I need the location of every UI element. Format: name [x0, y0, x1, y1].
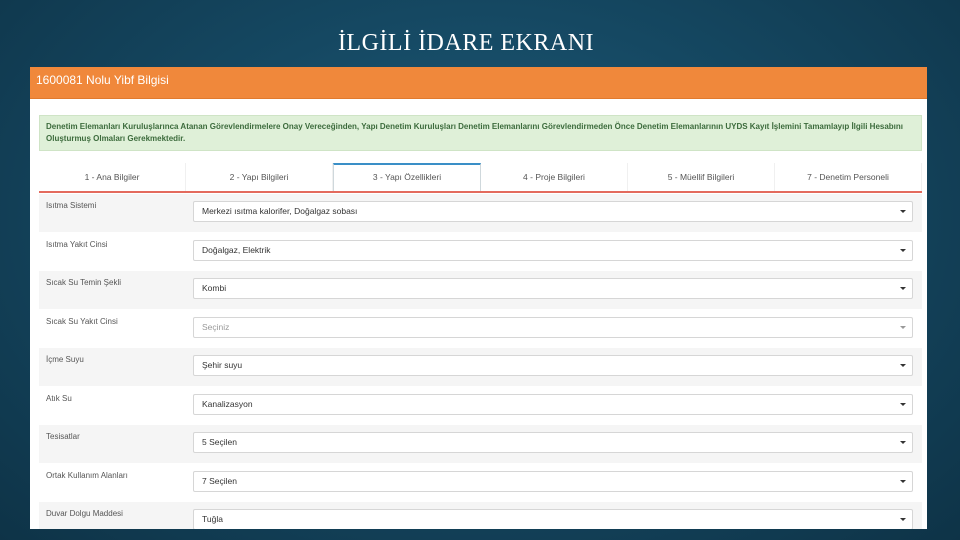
- panel-header: 1600081 Nolu Yibf Bilgisi: [30, 67, 927, 99]
- field-label: Isıtma Yakıt Cinsi: [46, 239, 108, 249]
- field-label: Duvar Dolgu Maddesi: [46, 509, 123, 518]
- form-row-atik-su: Atık Su Kanalizasyon: [39, 387, 922, 425]
- select-value: Şehir suyu: [202, 360, 243, 370]
- tesisatlar-select[interactable]: 5 Seçilen: [193, 432, 913, 453]
- field-label: Ortak Kullanım Alanları: [46, 470, 128, 480]
- info-alert: Denetim Elemanları Kuruluşlarınca Atanan…: [39, 115, 922, 151]
- caret-down-icon: [900, 402, 906, 406]
- caret-down-icon: [900, 325, 906, 329]
- tab-denetim-personeli[interactable]: 7 - Denetim Personeli: [775, 163, 922, 191]
- caret-down-icon: [900, 210, 906, 213]
- field-label: Isıtma Sistemi: [46, 201, 97, 210]
- duvar-dolgu-maddesi-select[interactable]: Tuğla: [193, 509, 913, 529]
- tab-yapi-ozellikleri[interactable]: 3 - Yapı Özellikleri: [333, 163, 481, 191]
- field-label: Atık Su: [46, 393, 72, 403]
- form-row-tesisatlar: Tesisatlar 5 Seçilen: [39, 425, 922, 464]
- caret-down-icon: [900, 287, 906, 290]
- caret-down-icon: [900, 441, 906, 444]
- form-row-ortak-kullanim-alanlari: Ortak Kullanım Alanları 7 Seçilen: [39, 464, 922, 502]
- isitma-sistemi-select[interactable]: Merkezi ısıtma kalorifer, Doğalgaz sobas…: [193, 201, 913, 222]
- field-label: Sıcak Su Temin Şekli: [46, 278, 121, 287]
- field-label: Tesisatlar: [46, 432, 80, 441]
- caret-down-icon: [900, 518, 906, 521]
- select-value: Tuğla: [202, 514, 223, 524]
- form-row-duvar-dolgu-maddesi: Duvar Dolgu Maddesi Tuğla: [39, 502, 922, 529]
- caret-down-icon: [900, 248, 906, 252]
- select-value: Merkezi ısıtma kalorifer, Doğalgaz sobas…: [202, 206, 358, 216]
- field-label: Sıcak Su Yakıt Cinsi: [46, 316, 118, 326]
- tab-muellif-bilgileri[interactable]: 5 - Müellif Bilgileri: [628, 163, 775, 191]
- form-row-isitma-sistemi: Isıtma Sistemi Merkezi ısıtma kalorifer,…: [39, 194, 922, 233]
- sicak-su-yakit-cinsi-select[interactable]: Seçiniz: [193, 316, 913, 338]
- tab-ana-bilgiler[interactable]: 1 - Ana Bilgiler: [39, 163, 186, 191]
- select-value: Kanalizasyon: [202, 398, 253, 409]
- icme-suyu-select[interactable]: Şehir suyu: [193, 355, 913, 376]
- isitma-yakit-cinsi-select[interactable]: Doğalgaz, Elektrik: [193, 239, 913, 261]
- caret-down-icon: [900, 364, 906, 367]
- ortak-kullanim-alanlari-select[interactable]: 7 Seçilen: [193, 470, 913, 492]
- field-label: İçme Suyu: [46, 355, 84, 364]
- select-value: 5 Seçilen: [202, 437, 237, 447]
- form-row-sicak-su-temin-sekli: Sıcak Su Temin Şekli Kombi: [39, 271, 922, 310]
- form-rows: Isıtma Sistemi Merkezi ısıtma kalorifer,…: [39, 194, 922, 529]
- sicak-su-temin-sekli-select[interactable]: Kombi: [193, 278, 913, 299]
- form-row-sicak-su-yakit-cinsi: Sıcak Su Yakıt Cinsi Seçiniz: [39, 310, 922, 348]
- select-value: Doğalgaz, Elektrik: [202, 244, 271, 255]
- select-placeholder: Seçiniz: [202, 321, 230, 332]
- select-value: Kombi: [202, 283, 227, 293]
- form-row-icme-suyu: İçme Suyu Şehir suyu: [39, 348, 922, 387]
- tab-proje-bilgileri[interactable]: 4 - Proje Bilgileri: [481, 163, 628, 191]
- tab-yapi-bilgileri[interactable]: 2 - Yapı Bilgileri: [186, 163, 333, 191]
- select-value: 7 Seçilen: [202, 475, 237, 486]
- form-row-isitma-yakit-cinsi: Isıtma Yakıt Cinsi Doğalgaz, Elektrik: [39, 233, 922, 271]
- slide-title: İLGİLİ İDARE EKRANI: [337, 30, 595, 56]
- caret-down-icon: [900, 479, 906, 483]
- tab-bar: 1 - Ana Bilgiler 2 - Yapı Bilgileri 3 - …: [39, 163, 922, 193]
- atik-su-select[interactable]: Kanalizasyon: [193, 393, 913, 415]
- yibf-panel: 1600081 Nolu Yibf Bilgisi Denetim Eleman…: [30, 67, 927, 529]
